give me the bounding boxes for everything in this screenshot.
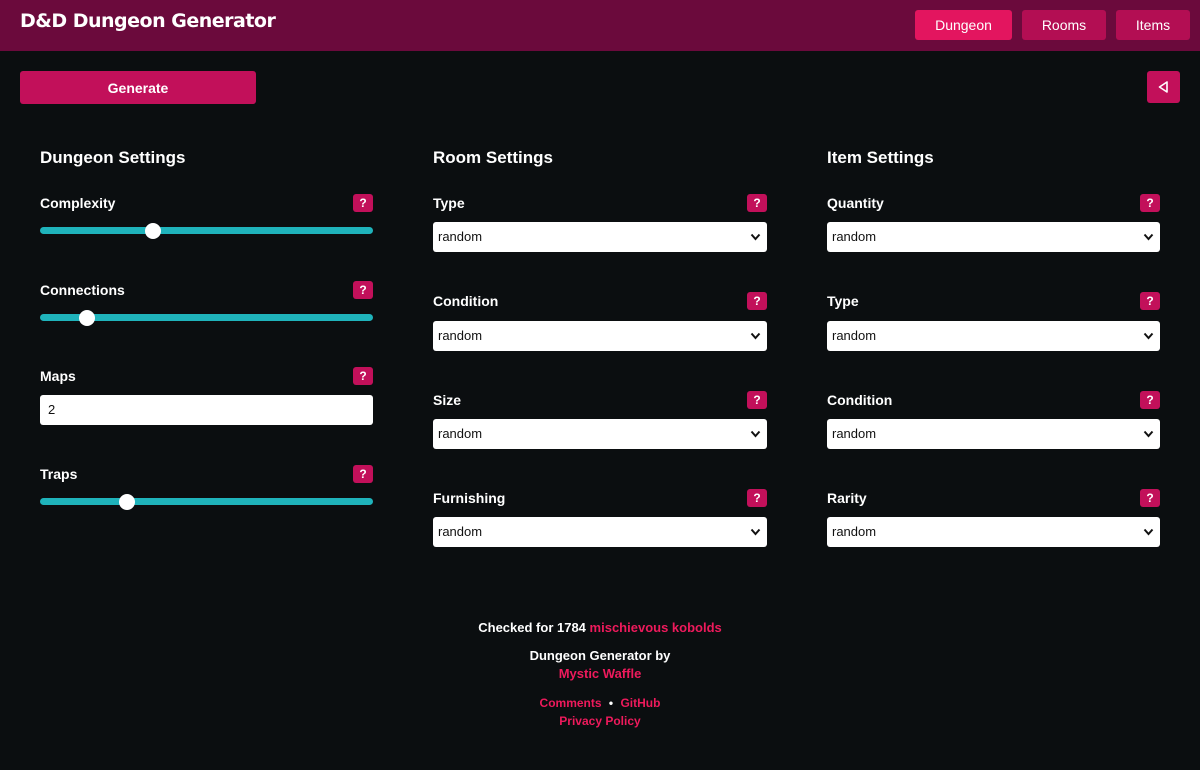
item-rarity-label: Rarity (827, 490, 867, 506)
complexity-slider[interactable] (40, 222, 373, 239)
room-furnishing-label: Furnishing (433, 490, 506, 506)
complexity-help-button[interactable]: ? (353, 194, 373, 212)
item-condition-help-button[interactable]: ? (1140, 391, 1160, 409)
privacy-line: Privacy Policy (0, 714, 1200, 728)
item-quantity-help-button[interactable]: ? (1140, 194, 1160, 212)
room-furnishing-help-button[interactable]: ? (747, 489, 767, 507)
room-type-value: random (438, 229, 483, 244)
collapse-sidebar-button[interactable] (1147, 71, 1180, 103)
room-condition-value: random (438, 328, 483, 343)
nav-dungeon-button[interactable]: Dungeon (915, 10, 1012, 40)
chevron-down-icon (750, 528, 761, 536)
item-settings-title: Item Settings (827, 148, 934, 167)
item-type-select[interactable]: random (827, 321, 1160, 351)
traps-slider-thumb[interactable] (118, 493, 135, 510)
item-type-help-button[interactable]: ? (1140, 292, 1160, 310)
footer-links: Comments • GitHub (0, 696, 1200, 710)
triangle-left-icon (1158, 81, 1168, 93)
chevron-down-icon (750, 332, 761, 340)
footer-separator: • (608, 696, 614, 710)
generate-button[interactable]: Generate (20, 71, 256, 104)
kobold-counter-text: Checked for 1784 (478, 620, 586, 635)
nav-items-button[interactable]: Items (1116, 10, 1190, 40)
github-link[interactable]: GitHub (620, 696, 660, 710)
chevron-down-icon (1143, 332, 1154, 340)
complexity-slider-thumb[interactable] (145, 222, 162, 239)
item-quantity-value: random (832, 229, 877, 244)
room-size-value: random (438, 426, 483, 441)
comments-link[interactable]: Comments (540, 696, 602, 710)
connections-slider[interactable] (40, 309, 373, 326)
app-title[interactable]: D&D Dungeon Generator (20, 10, 276, 32)
traps-help-button[interactable]: ? (353, 465, 373, 483)
room-size-select[interactable]: random (433, 419, 767, 449)
item-rarity-select[interactable]: random (827, 517, 1160, 547)
room-condition-help-button[interactable]: ? (747, 292, 767, 310)
chevron-down-icon (1143, 430, 1154, 438)
room-settings-title: Room Settings (433, 148, 553, 167)
item-condition-value: random (832, 426, 877, 441)
chevron-down-icon (750, 430, 761, 438)
maps-input[interactable]: 2 (40, 395, 373, 425)
room-furnishing-value: random (438, 524, 483, 539)
kobold-counter: Checked for 1784 mischievous kobolds (0, 620, 1200, 635)
room-size-label: Size (433, 392, 462, 408)
author-link[interactable]: Mystic Waffle (559, 666, 642, 681)
room-condition-select[interactable]: random (433, 321, 767, 351)
room-type-help-button[interactable]: ? (747, 194, 767, 212)
item-condition-label: Condition (827, 392, 893, 408)
item-type-value: random (832, 328, 877, 343)
top-nav-bar: D&D Dungeon Generator Dungeon Rooms Item… (0, 0, 1200, 51)
kobolds-link[interactable]: mischievous kobolds (590, 620, 722, 635)
item-rarity-help-button[interactable]: ? (1140, 489, 1160, 507)
traps-slider[interactable] (40, 493, 373, 510)
room-condition-label: Condition (433, 293, 499, 309)
complexity-label: Complexity (40, 195, 116, 211)
item-quantity-select[interactable]: random (827, 222, 1160, 252)
chevron-down-icon (1143, 528, 1154, 536)
item-condition-select[interactable]: random (827, 419, 1160, 449)
nav-rooms-button[interactable]: Rooms (1022, 10, 1106, 40)
traps-label: Traps (40, 466, 78, 482)
maps-label: Maps (40, 368, 76, 384)
item-type-label: Type (827, 293, 859, 309)
room-furnishing-select[interactable]: random (433, 517, 767, 547)
dungeon-settings-title: Dungeon Settings (40, 148, 186, 167)
connections-help-button[interactable]: ? (353, 281, 373, 299)
maps-help-button[interactable]: ? (353, 367, 373, 385)
chevron-down-icon (750, 233, 761, 241)
item-quantity-label: Quantity (827, 195, 884, 211)
item-rarity-value: random (832, 524, 877, 539)
connections-label: Connections (40, 282, 125, 298)
room-type-select[interactable]: random (433, 222, 767, 252)
chevron-down-icon (1143, 233, 1154, 241)
connections-slider-thumb[interactable] (78, 309, 95, 326)
byline: Dungeon Generator by (529, 648, 671, 663)
room-type-label: Type (433, 195, 465, 211)
author-line: Mystic Waffle (0, 666, 1200, 681)
privacy-policy-link[interactable]: Privacy Policy (559, 714, 640, 728)
room-size-help-button[interactable]: ? (747, 391, 767, 409)
